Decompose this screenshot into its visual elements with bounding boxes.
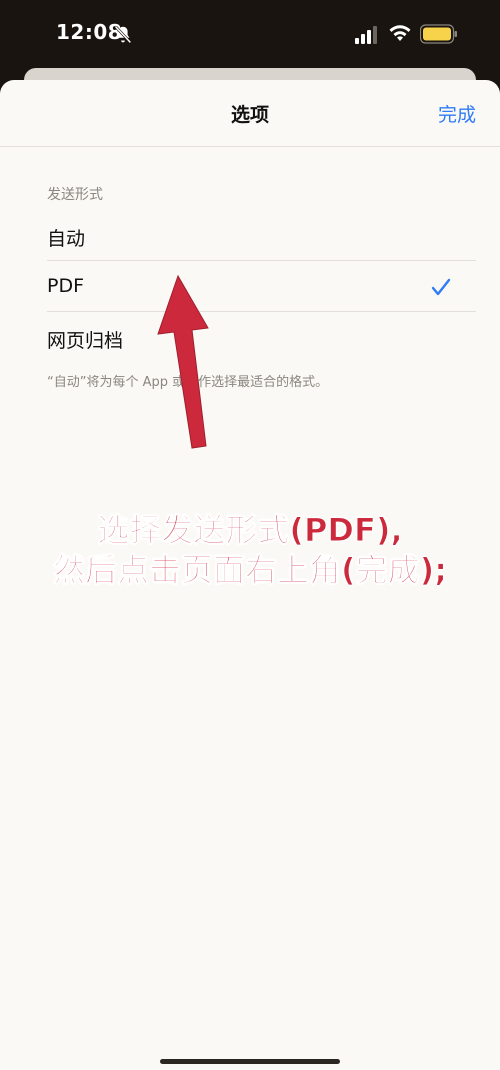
- cellular-signal-icon: [355, 26, 377, 44]
- nav-title: 选项: [230, 104, 269, 126]
- home-indicator: [160, 1059, 340, 1064]
- annotation-line-2: 然后点击页面右上角(完成);: [52, 551, 448, 590]
- checkmark-icon: [431, 278, 451, 296]
- option-label: 网页归档: [47, 330, 124, 352]
- nav-bar: 选项 完成: [0, 80, 500, 147]
- option-auto[interactable]: 自动: [0, 210, 500, 261]
- option-pdf[interactable]: PDF: [0, 261, 500, 312]
- status-bar: 12:08: [0, 0, 500, 68]
- send-format-list: 自动 PDF 网页归档: [0, 210, 500, 363]
- option-label: PDF: [47, 275, 85, 297]
- wifi-icon: [389, 25, 411, 41]
- option-label: 自动: [47, 228, 86, 250]
- screen: 12:08 选项 完成 发送形式 自动 PDF 网页归档 “自动”将为每个 Ap…: [0, 0, 500, 1070]
- section-header-send-format: 发送形式: [47, 187, 103, 203]
- battery-icon: [420, 24, 457, 44]
- bell-slash-icon: [114, 25, 132, 44]
- option-web-archive[interactable]: 网页归档: [0, 312, 500, 363]
- done-button[interactable]: 完成: [438, 100, 476, 127]
- arrow-up-icon: [157, 274, 209, 449]
